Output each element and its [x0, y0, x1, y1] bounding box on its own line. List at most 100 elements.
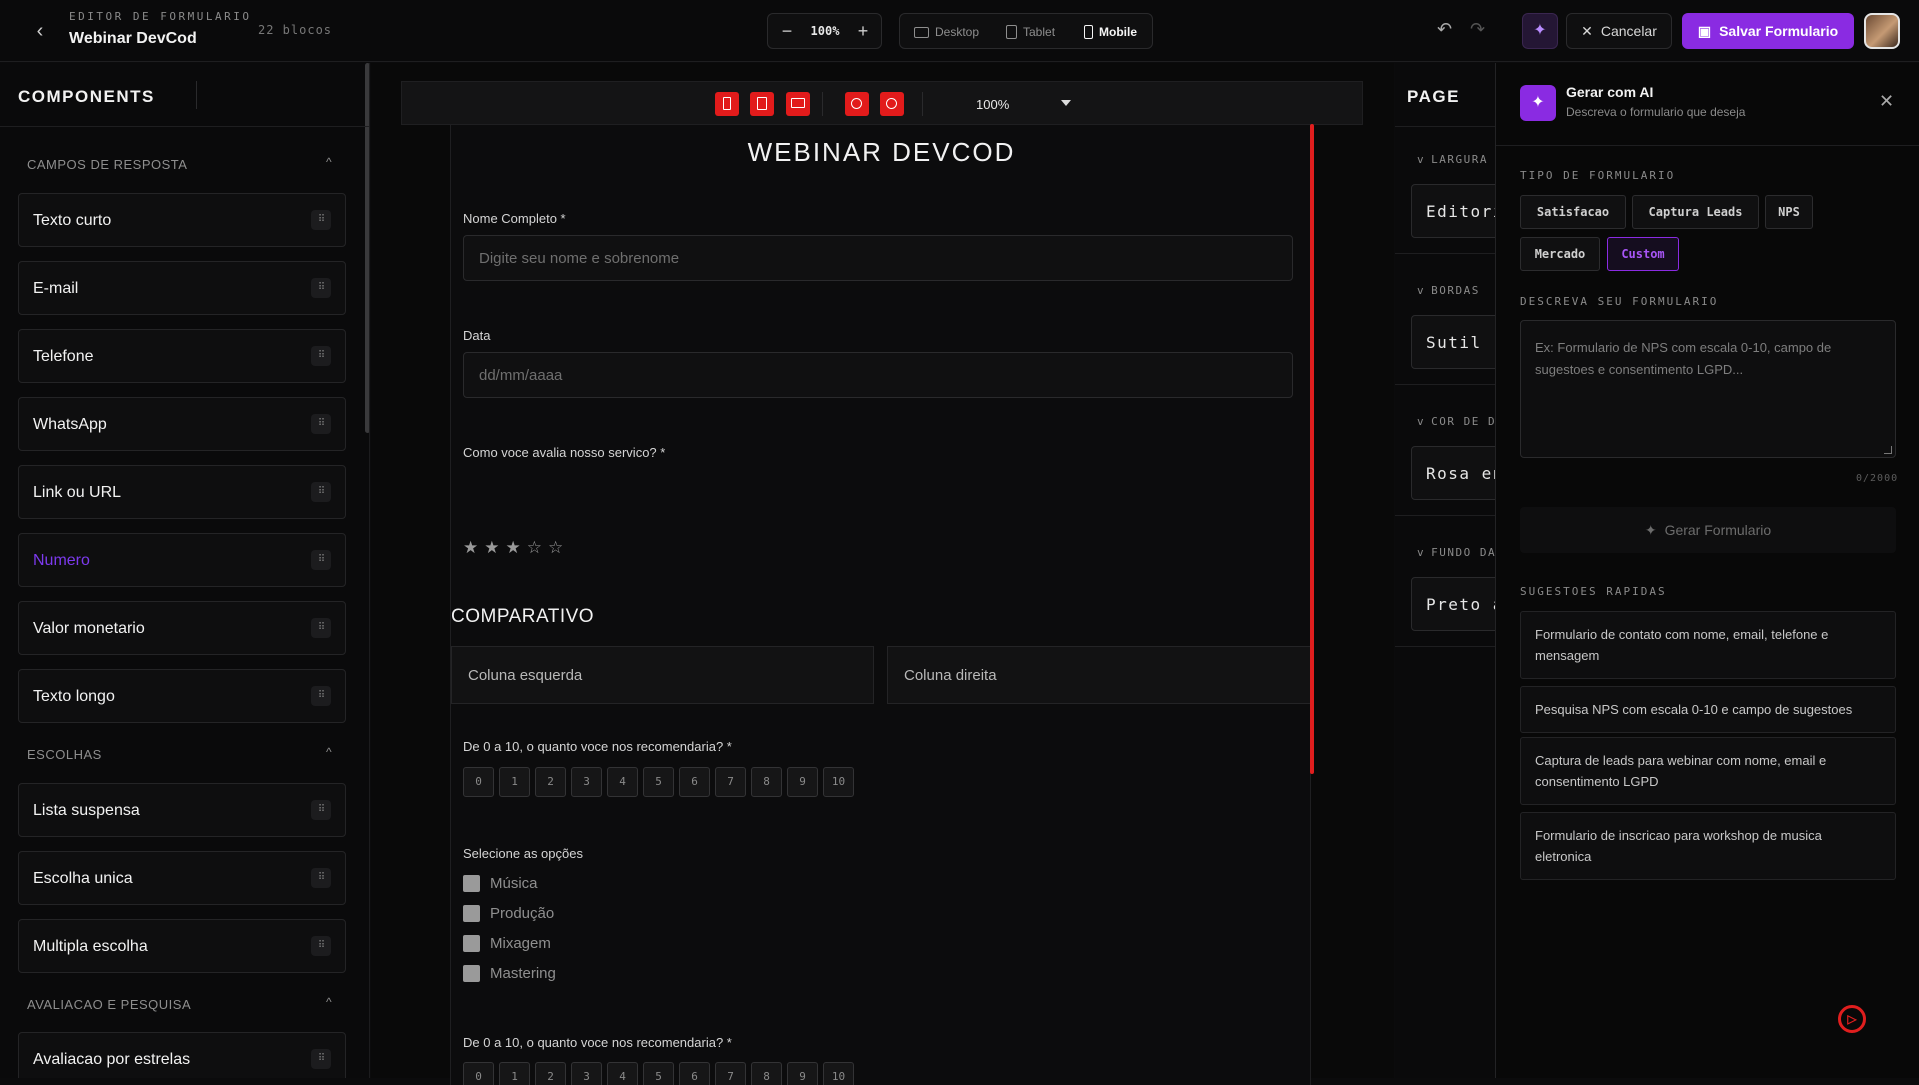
- drag-handle-icon[interactable]: ⠿: [311, 278, 331, 298]
- drag-handle-icon[interactable]: ⠿: [311, 618, 331, 638]
- device-mobile-button[interactable]: Mobile: [1078, 20, 1143, 44]
- largura-section[interactable]: v LARGURA: [1417, 153, 1488, 166]
- canvas-zoom-out-button[interactable]: [845, 92, 869, 116]
- nps-option[interactable]: 6: [679, 1062, 710, 1085]
- drag-handle-icon[interactable]: ⠿: [311, 210, 331, 230]
- component-texto-curto[interactable]: Texto curto ⠿: [18, 193, 346, 247]
- nps-option[interactable]: 3: [571, 767, 602, 797]
- zoom-in-button[interactable]: +: [852, 20, 874, 42]
- nps-option[interactable]: 5: [643, 1062, 674, 1085]
- canvas-zoom-select[interactable]: 100%: [976, 97, 1009, 112]
- nps-option[interactable]: 2: [535, 1062, 566, 1085]
- drag-handle-icon[interactable]: ⠿: [311, 550, 331, 570]
- suggestion-item[interactable]: Formulario de inscricao para workshop de…: [1520, 812, 1896, 880]
- caret-down-icon[interactable]: [1061, 100, 1071, 106]
- undo-button[interactable]: ↶: [1437, 19, 1452, 40]
- brand-logo-icon[interactable]: ▷: [1838, 1005, 1866, 1033]
- checkbox-option[interactable]: Produção: [463, 905, 554, 922]
- chevron-up-icon[interactable]: ^: [326, 155, 332, 169]
- nps-option[interactable]: 7: [715, 767, 746, 797]
- section-campos-resposta[interactable]: CAMPOS DE RESPOSTA: [27, 157, 187, 172]
- nps-option[interactable]: 2: [535, 767, 566, 797]
- component-texto-longo[interactable]: Texto longo ⠿: [18, 669, 346, 723]
- type-chip-nps[interactable]: NPS: [1765, 195, 1813, 229]
- name-input[interactable]: Digite seu nome e sobrenome: [463, 235, 1293, 281]
- save-form-button[interactable]: ▣ Salvar Formulario: [1682, 13, 1854, 49]
- nps-option[interactable]: 10: [823, 1062, 854, 1085]
- generate-form-button[interactable]: ✦ Gerar Formulario: [1520, 507, 1896, 553]
- drag-handle-icon[interactable]: ⠿: [311, 414, 331, 434]
- checkbox[interactable]: [463, 875, 480, 892]
- type-chip-custom[interactable]: Custom: [1607, 237, 1679, 271]
- section-escolhas[interactable]: ESCOLHAS: [27, 747, 102, 762]
- drag-handle-icon[interactable]: ⠿: [311, 800, 331, 820]
- canvas-scrollbar[interactable]: [1310, 124, 1314, 774]
- nps-option[interactable]: 6: [679, 767, 710, 797]
- canvas-zoom-in-button[interactable]: [880, 92, 904, 116]
- suggestion-item[interactable]: Formulario de contato com nome, email, t…: [1520, 611, 1896, 679]
- nps-option[interactable]: 7: [715, 1062, 746, 1085]
- nps-option[interactable]: 0: [463, 1062, 494, 1085]
- describe-textarea[interactable]: Ex: Formulario de NPS com escala 0-10, c…: [1520, 320, 1896, 458]
- close-icon[interactable]: ✕: [1879, 91, 1894, 112]
- nps-option[interactable]: 0: [463, 767, 494, 797]
- type-chip-captura-leads[interactable]: Captura Leads: [1632, 195, 1759, 229]
- nps-option[interactable]: 1: [499, 767, 530, 797]
- resize-handle-icon[interactable]: [1884, 446, 1892, 454]
- column-left[interactable]: Coluna esquerda: [451, 646, 874, 704]
- nps-option[interactable]: 8: [751, 1062, 782, 1085]
- checkbox-option[interactable]: Mastering: [463, 965, 556, 982]
- back-button[interactable]: ‹: [28, 19, 52, 43]
- drag-handle-icon[interactable]: ⠿: [311, 1049, 331, 1069]
- bordas-select[interactable]: Sutil: [1411, 315, 1495, 369]
- type-chip-satisfacao[interactable]: Satisfacao: [1520, 195, 1626, 229]
- checkbox[interactable]: [463, 965, 480, 982]
- avatar[interactable]: [1864, 13, 1900, 49]
- type-chip-mercado[interactable]: Mercado: [1520, 237, 1600, 271]
- component-lista-suspensa[interactable]: Lista suspensa ⠿: [18, 783, 346, 837]
- nps-option[interactable]: 4: [607, 767, 638, 797]
- nps-option[interactable]: 8: [751, 767, 782, 797]
- drag-handle-icon[interactable]: ⠿: [311, 686, 331, 706]
- nps-option[interactable]: 10: [823, 767, 854, 797]
- redo-button[interactable]: ↷: [1470, 19, 1485, 40]
- component-valor-monetario[interactable]: Valor monetario ⠿: [18, 601, 346, 655]
- chevron-up-icon[interactable]: ^: [326, 745, 332, 759]
- drag-handle-icon[interactable]: ⠿: [311, 482, 331, 502]
- nps-option[interactable]: 9: [787, 1062, 818, 1085]
- component-numero[interactable]: Numero ⠿: [18, 533, 346, 587]
- preview-tablet-button[interactable]: [750, 92, 774, 116]
- ai-toggle-button[interactable]: ✦: [1522, 13, 1558, 49]
- checkbox[interactable]: [463, 935, 480, 952]
- preview-desktop-button[interactable]: [786, 92, 810, 116]
- device-desktop-button[interactable]: Desktop: [908, 20, 985, 44]
- nps-option[interactable]: 5: [643, 767, 674, 797]
- section-avaliacao-pesquisa[interactable]: AVALIACAO E PESQUISA: [27, 997, 191, 1012]
- suggestion-item[interactable]: Pesquisa NPS com escala 0-10 e campo de …: [1520, 686, 1896, 733]
- drag-handle-icon[interactable]: ⠿: [311, 346, 331, 366]
- fundo-section[interactable]: v FUNDO DA: [1417, 546, 1495, 559]
- date-input[interactable]: dd/mm/aaaa: [463, 352, 1293, 398]
- cor-section[interactable]: v COR DE D: [1417, 415, 1495, 428]
- nps-option[interactable]: 3: [571, 1062, 602, 1085]
- suggestion-item[interactable]: Captura de leads para webinar com nome, …: [1520, 737, 1896, 805]
- bordas-section[interactable]: v BORDAS: [1417, 284, 1480, 297]
- component-escolha-unica[interactable]: Escolha unica ⠿: [18, 851, 346, 905]
- nps-option[interactable]: 9: [787, 767, 818, 797]
- column-right[interactable]: Coluna direita: [887, 646, 1310, 704]
- component-whatsapp[interactable]: WhatsApp ⠿: [18, 397, 346, 451]
- cancel-button[interactable]: ✕ Cancelar: [1566, 13, 1672, 49]
- checkbox-option[interactable]: Música: [463, 875, 538, 892]
- chevron-up-icon[interactable]: ^: [326, 995, 332, 1009]
- drag-handle-icon[interactable]: ⠿: [311, 868, 331, 888]
- drag-handle-icon[interactable]: ⠿: [311, 936, 331, 956]
- component-email[interactable]: E-mail ⠿: [18, 261, 346, 315]
- nps-option[interactable]: 4: [607, 1062, 638, 1085]
- component-telefone[interactable]: Telefone ⠿: [18, 329, 346, 383]
- component-multipla-escolha[interactable]: Multipla escolha ⠿: [18, 919, 346, 973]
- nps-option[interactable]: 1: [499, 1062, 530, 1085]
- star-rating[interactable]: ★★★☆☆: [463, 538, 569, 558]
- device-tablet-button[interactable]: Tablet: [1000, 20, 1061, 44]
- preview-phone-button[interactable]: [715, 92, 739, 116]
- fundo-select[interactable]: Preto a: [1411, 577, 1495, 631]
